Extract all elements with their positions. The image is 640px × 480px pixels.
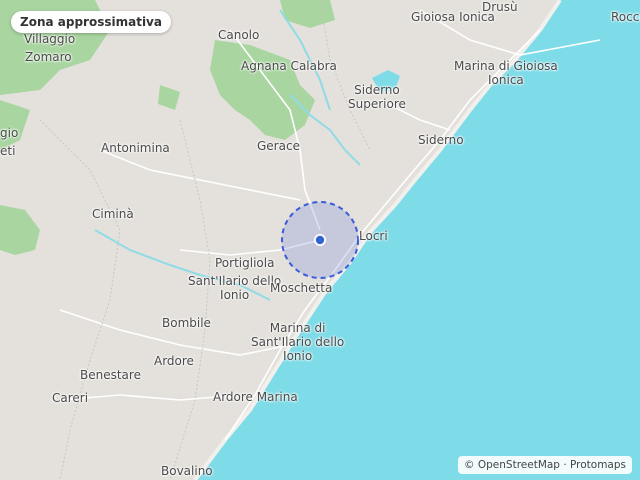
place-label-siderno: Siderno [418,133,464,147]
place-label-text: Villaggio [24,32,76,46]
place-label-rocce: Rocce [611,10,640,24]
place-label-text: Ciminà [92,207,134,221]
location-dot [315,235,325,245]
place-label-gerace: Gerace [257,139,300,153]
place-label-text: Bovalino [161,464,213,478]
place-label-cimina: Ciminà [92,207,134,221]
place-label-santilario-dello-ionio: Sant'Ilario dello Ionio [188,274,281,302]
place-label-text: Ardore [154,354,194,368]
place-label-line: Ionio [220,288,250,302]
place-label-line: Sant'Ilario dello [251,335,345,349]
place-label-line: Marina di Gioiosa [454,59,558,73]
place-label-text: Zomaro [25,50,72,64]
place-label-text: Antonimina [101,141,170,155]
place-label-text: Benestare [80,368,141,382]
place-label-moschetta: Moschetta [270,281,332,295]
place-label-locri: Locri [359,229,388,243]
place-label-gioiosa-ionica: Gioiosa Ionica [411,10,495,24]
place-label-villaggio: Villaggio [24,32,75,46]
place-label-line: Ionio [283,349,313,363]
place-label-agnana-calabra: Agnana Calabra [241,59,337,73]
place-label-text: Gerace [257,139,300,153]
place-label-line: Siderno [354,83,400,97]
place-label-text: Ardore Marina [213,390,298,404]
place-label-gio: gio [0,126,18,140]
place-label-line: Marina di [269,321,326,335]
place-label-line: Superiore [348,97,406,111]
place-label-text: eti [0,144,16,158]
place-label-text: Moschetta [270,281,333,295]
place-label-siderno-superiore: Siderno Superiore [348,83,406,111]
place-label-text: Gioiosa Ionica [411,10,495,24]
place-label-marina-di-gioiosa-ionica: Marina di Gioiosa Ionica [454,59,558,87]
place-label-benestare: Benestare [80,368,141,382]
place-label-text: Canolo [218,28,260,42]
place-label-text: Bombile [162,316,211,330]
place-label-eti: eti [0,144,15,158]
place-label-portigliola: Portigliola [215,256,274,270]
map-view[interactable]: Drusù Gioiosa Ionica Rocce Canolo Villag… [0,0,640,480]
place-label-bombile: Bombile [162,316,211,330]
place-label-text: Rocce [611,10,640,24]
place-label-bovalino: Bovalino [161,464,213,478]
place-label-ardore: Ardore [154,354,194,368]
place-label-zomaro: Zomaro [25,50,72,64]
place-label-ardore-marina: Ardore Marina [213,390,298,404]
place-label-marina-di-santilario: Marina di Sant'Ilario dello Ionio [251,321,344,363]
place-label-text: Careri [52,391,89,405]
place-label-canolo: Canolo [218,28,259,42]
place-label-text: Portigliola [215,256,275,270]
place-label-text: Agnana Calabra [241,59,337,73]
place-label-line: Ionica [488,73,524,87]
place-label-careri: Careri [52,391,88,405]
place-label-text: Siderno [418,133,464,147]
place-label-antonimina: Antonimina [101,141,170,155]
map-attribution[interactable]: © OpenStreetMap · Protomaps [458,456,632,474]
place-label-line: Sant'Ilario dello [188,274,282,288]
place-label-text: Locri [359,229,388,243]
place-label-text: gio [0,126,19,140]
approximate-zone-badge: Zona approssimativa [11,11,171,33]
